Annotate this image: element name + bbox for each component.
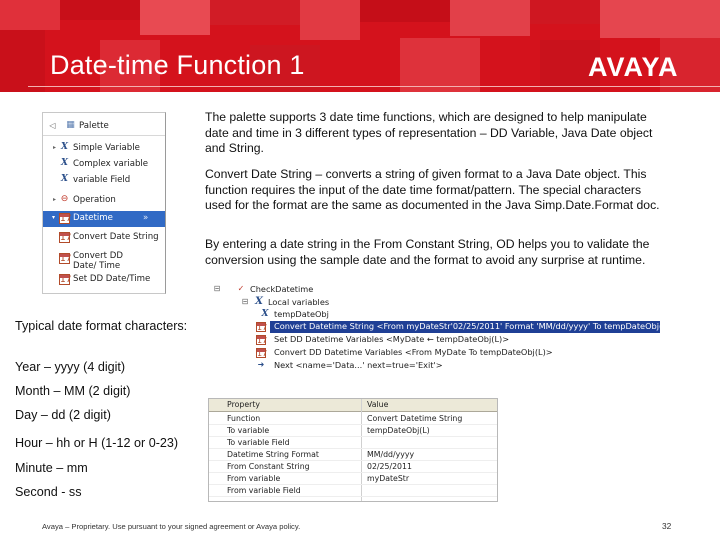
palette-item-datetime[interactable]: ▾ 17 Datetime » — [43, 211, 165, 227]
intro-paragraph: The palette supports 3 date time functio… — [205, 110, 653, 156]
palette-header[interactable]: ◁ ▦ Palette — [43, 119, 165, 135]
properties-table: Property Value Function Convert Datetime… — [208, 398, 498, 502]
palette-item-operation[interactable]: ▸ ⊖ Operation — [43, 193, 165, 209]
palette-item-complex-variable[interactable]: X Complex variable — [43, 157, 165, 173]
x-variable-icon: X — [61, 158, 68, 168]
next-arrow-icon: ➜ — [257, 360, 265, 369]
calendar-icon: 17 — [59, 253, 72, 264]
palette-item-simple-variable[interactable]: ▸ X Simple Variable — [43, 141, 165, 157]
table-row[interactable]: To variable Field — [209, 437, 497, 449]
table-row[interactable]: To variable tempDateObj(L) — [209, 425, 497, 437]
format-month: Month – MM (2 digit) — [15, 384, 131, 398]
check-icon: ✓ — [237, 284, 245, 293]
format-hour: Hour – hh or H (1-12 or 0-23) — [15, 436, 179, 450]
table-row[interactable]: From variable myDateStr — [209, 473, 497, 485]
header-tile — [600, 0, 720, 38]
palette-divider — [43, 135, 165, 136]
slide-title: Date-time Function 1 — [50, 50, 305, 80]
title-divider — [28, 86, 720, 87]
format-minute: Minute – mm — [15, 461, 88, 475]
validate-paragraph: By entering a date string in the From Co… — [205, 237, 650, 267]
value-column-header[interactable]: Value — [367, 400, 388, 409]
header-tile — [530, 0, 600, 24]
palette-item-set-dd-date-time[interactable]: 17 Set DD Date/Time — [43, 272, 165, 288]
tree-collapse-icon[interactable]: ⊟ — [240, 297, 250, 307]
format-day: Day – dd (2 digit) — [15, 408, 111, 422]
header-tile — [0, 30, 45, 92]
palette-item-convert-dd-date-time[interactable]: 17 Convert DD Date/ Time — [43, 249, 165, 271]
table-row[interactable]: From variable Field — [209, 485, 497, 497]
footer-disclaimer: Avaya – Proprietary. Use pursuant to you… — [42, 522, 301, 531]
header-tile — [400, 38, 480, 92]
avaya-logo: AVAYA — [588, 52, 679, 82]
x-variable-icon: X — [61, 142, 68, 152]
flow-tree-panel: ⊟ ✓ CheckDatetime ⊟ X Local variables X … — [208, 280, 660, 380]
header-tile — [60, 0, 140, 20]
header-tile — [360, 0, 450, 22]
calendar-icon: 17 — [256, 322, 268, 332]
calendar-icon: 17 — [59, 232, 72, 243]
table-row[interactable]: From Constant String 02/25/2011 — [209, 461, 497, 473]
x-variable-icon: X — [255, 296, 263, 307]
expanded-arrow-icon[interactable]: ▾ — [48, 212, 59, 223]
calendar-icon: 17 — [256, 335, 268, 345]
format-second: Second - ss — [15, 485, 82, 499]
palette-item-convert-date-string[interactable]: 17 Convert Date String — [43, 230, 165, 246]
palette-item-variable-field[interactable]: X variable Field — [43, 173, 165, 189]
header-band: Date-time Function 1 AVAYA — [0, 0, 720, 92]
table-row[interactable]: Function Convert Datetime String — [209, 413, 497, 425]
x-variable-icon: X — [261, 309, 269, 319]
palette-icon: ▦ — [66, 120, 75, 130]
properties-header: Property Value — [209, 399, 497, 412]
page-number: 32 — [662, 521, 672, 531]
tree-collapse-icon[interactable]: ⊟ — [212, 284, 222, 294]
operation-icon: ⊖ — [60, 194, 69, 204]
calendar-icon: 17 — [59, 274, 72, 285]
calendar-icon: 17 — [256, 348, 268, 358]
property-column-header[interactable]: Property — [227, 400, 260, 409]
collapse-arrow-icon[interactable]: ◁ — [47, 120, 58, 131]
table-row[interactable]: Datetime String Format MM/dd/yyyy — [209, 449, 497, 461]
header-tile — [450, 0, 530, 36]
header-tile — [300, 0, 360, 40]
calendar-icon: 17 — [59, 213, 72, 224]
format-heading: Typical date format characters: — [15, 319, 188, 333]
convert-paragraph: Convert Date String – converts a string … — [205, 167, 660, 213]
palette-panel: ◁ ▦ Palette ▸ X Simple Variable X Comple… — [42, 112, 166, 294]
header-tile — [140, 0, 210, 35]
header-tile — [210, 0, 300, 25]
x-variable-icon: X — [61, 174, 68, 184]
format-year: Year – yyyy (4 digit) — [15, 360, 126, 374]
header-tile — [0, 0, 60, 30]
tree-node-convert-datetime-string[interactable]: 17 Convert Datetime String <From myDateS… — [256, 321, 660, 333]
collapse-section-icon[interactable]: » — [143, 213, 148, 223]
